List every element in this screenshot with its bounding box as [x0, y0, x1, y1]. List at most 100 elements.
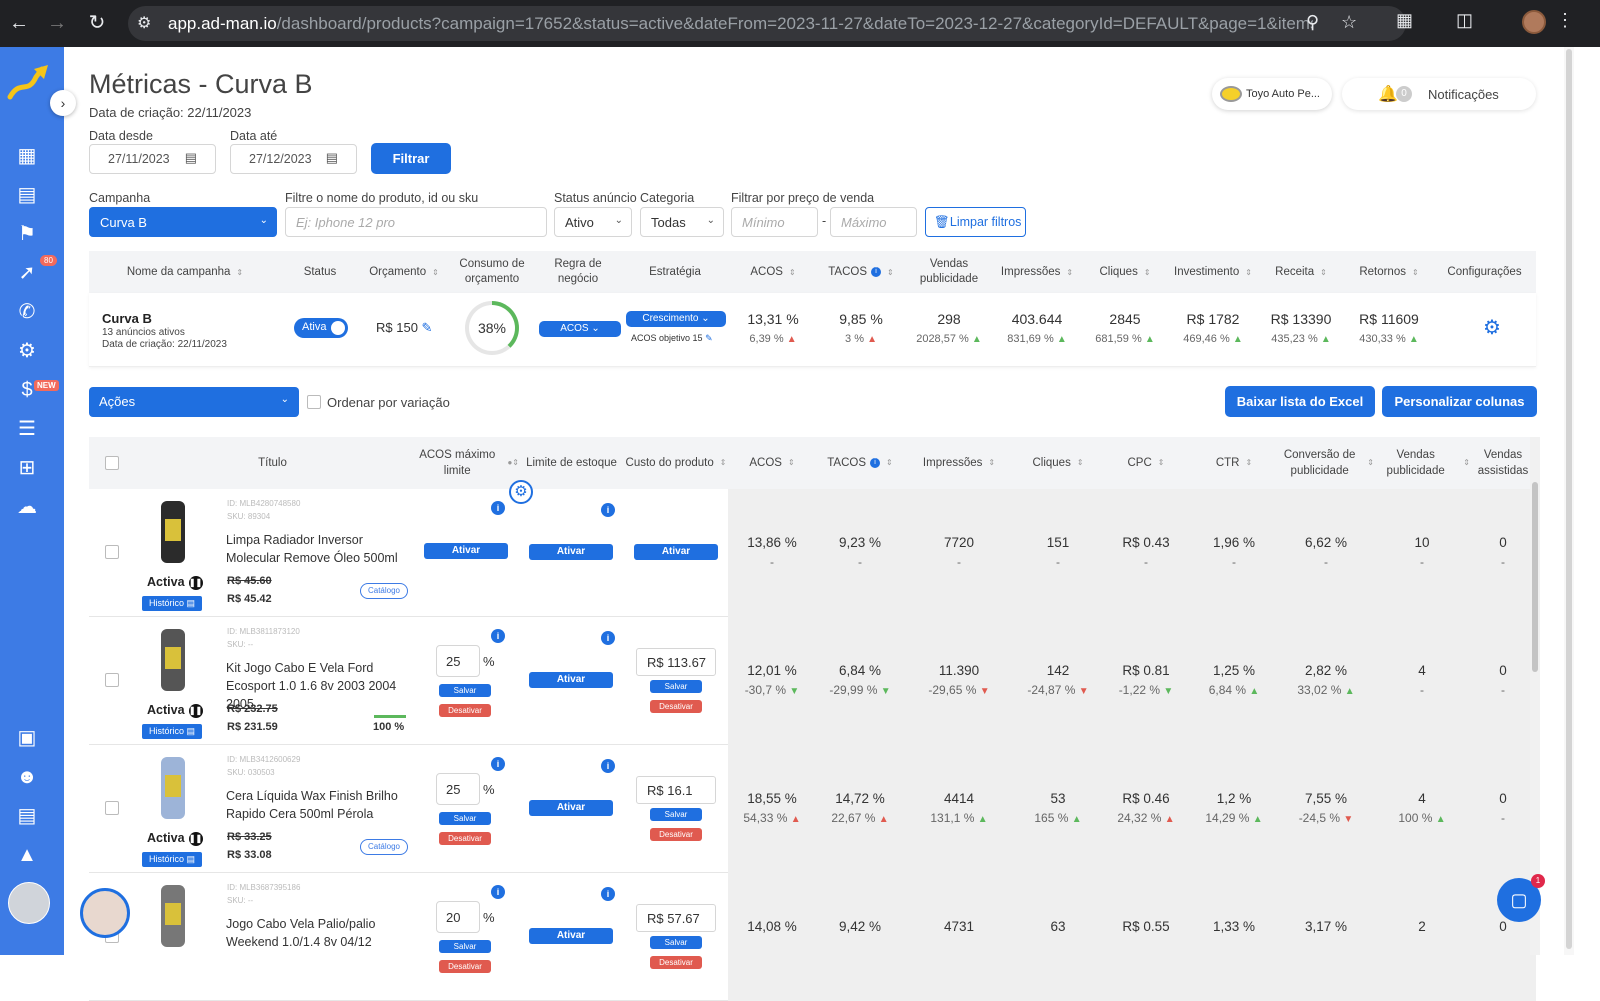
product-title[interactable]: Cera Líquida Wax Finish Brilho Rapido Ce…	[226, 787, 414, 823]
col-cpc[interactable]: CPC ⇕	[1102, 437, 1190, 489]
download-excel-button[interactable]: Baixar lista do Excel	[1225, 386, 1375, 417]
product-image[interactable]	[137, 495, 209, 567]
budget-value[interactable]: R$ 150 ✎	[376, 320, 432, 336]
deactivate-button[interactable]: Desativar	[650, 828, 702, 841]
col-tacos[interactable]: TACOS i ⇕	[816, 437, 904, 489]
info-icon[interactable]: i	[870, 458, 881, 468]
info-icon[interactable]: i	[601, 887, 615, 901]
campaign-select[interactable]: Curva B ⌄	[89, 207, 277, 237]
graduation-cap-icon[interactable]: ▲	[14, 842, 40, 868]
whatsapp-icon[interactable]: ✆	[14, 299, 40, 325]
dashboard-icon[interactable]: ▦	[14, 143, 40, 169]
col-sales[interactable]: Vendas publicidade	[905, 251, 993, 293]
back-icon[interactable]: ←	[6, 10, 32, 36]
product-title[interactable]: Limpa Radiador Inversor Molecular Remove…	[226, 531, 414, 567]
col-impressions[interactable]: Impressões ⇕	[904, 437, 1014, 489]
pause-icon[interactable]: ❚❚	[188, 703, 203, 718]
extensions-icon[interactable]: ▦	[1396, 10, 1413, 31]
save-button[interactable]: Salvar	[650, 808, 702, 821]
info-icon[interactable]: i	[491, 885, 505, 899]
col-investment[interactable]: Investimento ⇕	[1169, 251, 1257, 293]
col-assisted-sales[interactable]: Vendas assistidas	[1470, 437, 1536, 489]
product-title[interactable]: Jogo Cabo Vela Palio/palio Weekend 1.0/1…	[226, 915, 414, 951]
address-bar[interactable]: ⚙ app.ad-man.io/dashboard/products?campa…	[128, 6, 1406, 41]
col-budget[interactable]: Orçamento ⇕	[359, 251, 449, 293]
side-panel-icon[interactable]: ◫	[1456, 10, 1473, 31]
cost-input[interactable]: R$ 16.1	[636, 776, 716, 804]
settings-icon[interactable]: ⚙	[14, 338, 40, 364]
col-campaign-name[interactable]: Nome da campanha ⇕	[89, 251, 281, 293]
tag-icon[interactable]: ⚑	[14, 221, 40, 247]
activate-stock-button[interactable]: Ativar	[529, 672, 613, 688]
menu-dots-icon[interactable]: ⋮	[1556, 10, 1574, 31]
col-acos[interactable]: ACOS ⇕	[729, 251, 817, 293]
rule-select[interactable]: ACOS ⌄	[539, 321, 621, 337]
col-revenue[interactable]: Receita ⇕	[1257, 251, 1345, 293]
deactivate-button[interactable]: Desativar	[650, 956, 702, 969]
row-checkbox[interactable]	[105, 545, 119, 559]
activate-stock-button[interactable]: Ativar	[529, 928, 613, 944]
report-icon[interactable]: ▤	[14, 803, 40, 829]
category-select[interactable]: Todas ⌄	[640, 207, 724, 237]
forward-icon[interactable]: →	[44, 10, 70, 36]
info-icon[interactable]: i	[491, 501, 505, 515]
add-box-icon[interactable]: ⊞	[14, 455, 40, 481]
folder-user-icon[interactable]: ▣	[14, 725, 40, 751]
col-impressions[interactable]: Impressões ⇕	[993, 251, 1081, 293]
history-button[interactable]: Histórico ▤	[142, 852, 202, 867]
company-selector[interactable]: Toyo Auto Pe...	[1212, 78, 1332, 110]
col-clicks[interactable]: Cliques ⇕	[1014, 437, 1102, 489]
actions-select[interactable]: Ações ⌄	[89, 387, 299, 417]
acos-max-input[interactable]: 25	[436, 773, 480, 805]
strategy-target[interactable]: ACOS objetivo 15 ✎	[631, 333, 713, 344]
col-consumption[interactable]: Consumo de orçamento	[449, 251, 535, 293]
activate-stock-button[interactable]: Ativar	[529, 800, 613, 816]
date-to-input[interactable]: 27/12/2023 ▤	[230, 144, 357, 174]
pause-icon[interactable]: ❚❚	[188, 575, 203, 590]
activate-acos-button[interactable]: Ativar	[424, 543, 508, 559]
product-image[interactable]	[137, 751, 209, 823]
user-avatar[interactable]	[8, 882, 50, 924]
col-status[interactable]: Status	[281, 251, 359, 293]
deactivate-button[interactable]: Desativar	[439, 960, 491, 973]
col-tacos[interactable]: TACOS i ⇕	[817, 251, 905, 293]
select-all-checkbox[interactable]	[105, 456, 119, 470]
pencil-icon[interactable]: ✎	[422, 320, 433, 335]
col-acos-max[interactable]: ACOS máximo limite ●⇕	[413, 437, 519, 489]
col-clicks[interactable]: Cliques ⇕	[1081, 251, 1169, 293]
rocket-icon[interactable]: ➚	[14, 260, 40, 286]
site-settings-icon[interactable]: ⚙	[137, 13, 151, 33]
deactivate-button[interactable]: Desativar	[439, 832, 491, 845]
col-returns[interactable]: Retornos ⇕	[1345, 251, 1433, 293]
product-image[interactable]	[137, 623, 209, 695]
activate-stock-button[interactable]: Ativar	[529, 544, 613, 560]
col-strategy[interactable]: Estratégia	[621, 251, 729, 293]
save-button[interactable]: Salvar	[439, 684, 491, 697]
info-icon[interactable]: i	[871, 267, 882, 277]
activate-cost-button[interactable]: Ativar	[634, 544, 718, 560]
pencil-icon[interactable]: ✎	[705, 333, 713, 343]
cost-input[interactable]: R$ 57.67	[636, 904, 716, 932]
strategy-select[interactable]: Crescimento ⌄	[626, 311, 726, 327]
col-ad-sales[interactable]: Vendas publicidade ⇕	[1374, 437, 1470, 489]
pause-icon[interactable]: ❚❚	[188, 831, 203, 846]
col-ctr[interactable]: CTR ⇕	[1190, 437, 1278, 489]
clear-filters-button[interactable]: 🗑Limpar filtros	[925, 207, 1026, 237]
info-icon[interactable]: i	[601, 503, 615, 517]
col-rule[interactable]: Regra de negócio	[535, 251, 621, 293]
min-price-input[interactable]: Mínimo	[731, 207, 818, 237]
col-conversion[interactable]: Conversão de publicidade ⇕	[1278, 437, 1374, 489]
order-by-variation-checkbox[interactable]	[307, 395, 321, 409]
deactivate-button[interactable]: Desativar	[439, 704, 491, 717]
history-button[interactable]: Histórico ▤	[142, 724, 202, 739]
page-scrollbar[interactable]	[1564, 47, 1574, 955]
col-acos[interactable]: ACOS ⇕	[728, 437, 816, 489]
save-button[interactable]: Salvar	[650, 680, 702, 693]
reload-icon[interactable]: ↻	[84, 10, 110, 36]
bookmark-star-icon[interactable]: ☆	[1341, 12, 1357, 33]
column-settings-icon[interactable]: ⚙	[509, 480, 533, 504]
info-icon[interactable]: i	[601, 759, 615, 773]
product-search-input[interactable]: Ej: Iphone 12 pro	[285, 207, 547, 237]
col-title[interactable]: Título	[132, 437, 413, 489]
bar-chart-icon[interactable]: ▤	[14, 182, 40, 208]
